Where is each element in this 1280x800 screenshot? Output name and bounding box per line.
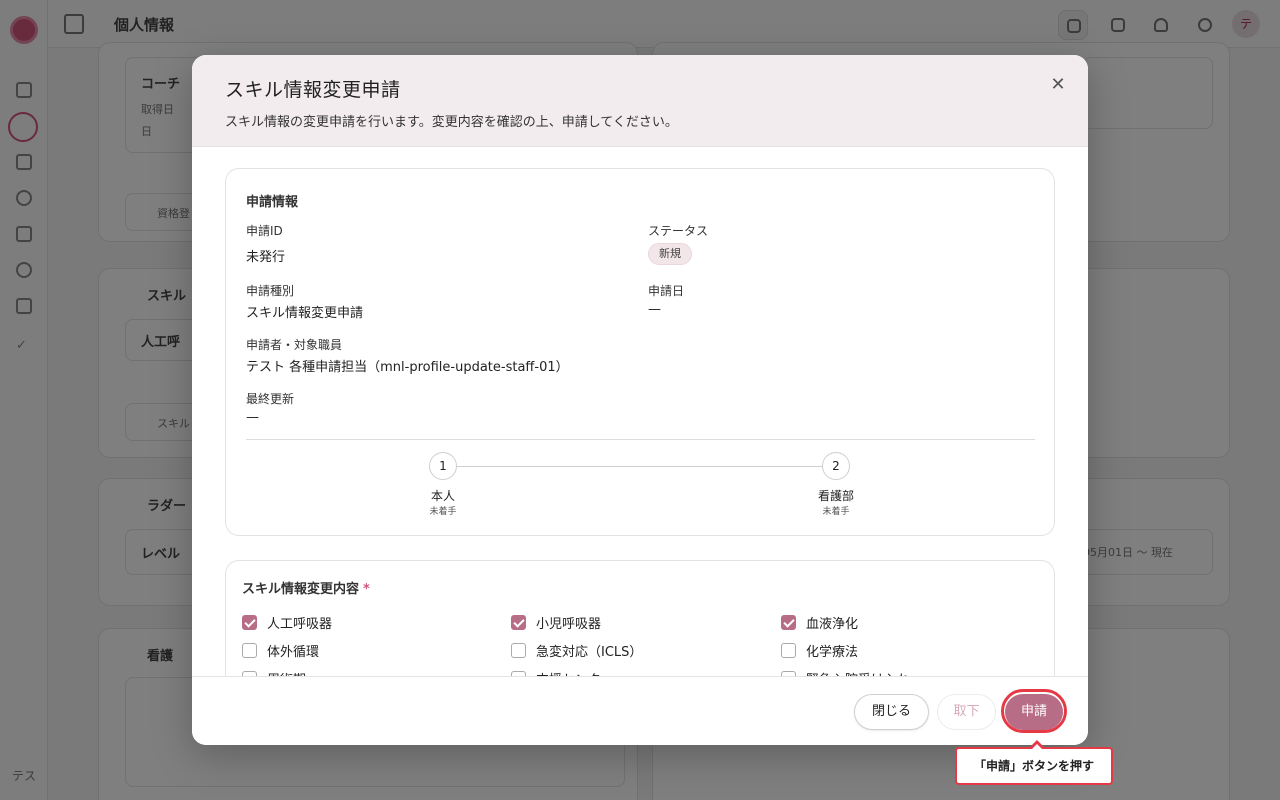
last-updated-label: 最終更新 (246, 392, 295, 406)
application-date-value: — (648, 302, 661, 317)
skill-option-label: 化学療法 (806, 645, 859, 660)
skill-option[interactable]: 周術期 (242, 669, 306, 676)
application-info-title: 申請情報 (246, 195, 299, 210)
info-divider (246, 439, 1035, 440)
withdraw-button[interactable]: 取下 (937, 694, 996, 730)
skill-option[interactable]: 急変対応（ICLS） (511, 641, 642, 660)
application-info-card: 申請情報 申請ID 未発行 ステータス 新規 申請種別 スキル情報変更申請 申請… (225, 168, 1055, 536)
step-2-status: 未着手 (822, 507, 850, 517)
checkbox-checked[interactable] (781, 615, 796, 630)
skill-change-title: スキル情報変更内容 * (242, 582, 370, 597)
skill-option-label: 体外循環 (267, 645, 320, 660)
skill-option-label: 急変対応（ICLS） (536, 645, 643, 660)
skill-option-label: 緊急入院受け入れ (806, 669, 910, 676)
skill-option-label: 血液浄化 (806, 617, 859, 632)
skill-change-dialog: スキル情報変更申請 スキル情報の変更申請を行います。変更内容を確認の上、申請して… (192, 55, 1088, 745)
applicant-label: 申請者・対象職員 (246, 338, 343, 352)
last-updated-value: — (246, 410, 259, 425)
skill-option-label: 支援センター (536, 669, 614, 676)
dialog-footer: 閉じる 取下 申請 (192, 676, 1088, 745)
skill-option[interactable]: 支援センター (511, 669, 614, 676)
skill-option-label: 人工呼吸器 (267, 617, 333, 632)
application-date-label: 申請日 (648, 284, 685, 298)
close-button[interactable]: 閉じる (854, 694, 929, 730)
applicant-value: テスト 各種申請担当（mnl-profile-update-staff-01） (246, 360, 569, 375)
application-id-label: 申請ID (246, 224, 283, 238)
step-2-circle: 2 (822, 452, 850, 480)
application-type-value: スキル情報変更申請 (246, 306, 364, 321)
checkbox-checked[interactable] (511, 615, 526, 630)
step-2-label: 看護部 (817, 489, 854, 503)
submit-highlight-ring (1001, 689, 1067, 733)
application-id-value: 未発行 (246, 250, 286, 265)
dialog-title: スキル情報変更申請 (225, 79, 401, 101)
checkbox-unchecked[interactable] (781, 643, 796, 658)
skill-change-card: スキル情報変更内容 * 人工呼吸器 小児呼吸器 血液浄化体外循環 急変対応（ICLS） 化… (225, 560, 1055, 676)
status-label: ステータス (648, 224, 709, 238)
skill-option[interactable]: 緊急入院受け入れ (781, 669, 910, 676)
dialog-body[interactable]: 申請情報 申請ID 未発行 ステータス 新規 申請種別 スキル情報変更申請 申請… (192, 147, 1088, 676)
stepper-connector (442, 466, 836, 467)
dialog-header: スキル情報変更申請 スキル情報の変更申請を行います。変更内容を確認の上、申請して… (192, 55, 1088, 147)
application-type-label: 申請種別 (246, 284, 295, 298)
status-badge: 新規 (648, 243, 692, 265)
skill-option[interactable]: 体外循環 (242, 641, 319, 660)
skill-option[interactable]: 人工呼吸器 (242, 613, 332, 632)
step-1-circle: 1 (429, 452, 457, 480)
step-1-status: 未着手 (429, 507, 457, 517)
checkbox-unchecked[interactable] (511, 643, 526, 658)
checkbox-checked[interactable] (242, 615, 257, 630)
skill-option[interactable]: 小児呼吸器 (511, 613, 601, 632)
checkbox-unchecked[interactable] (242, 643, 257, 658)
skill-option[interactable]: 血液浄化 (781, 613, 858, 632)
dialog-description: スキル情報の変更申請を行います。変更内容を確認の上、申請してください。 (225, 115, 678, 130)
skill-option-label: 周術期 (267, 669, 306, 676)
skill-option[interactable]: 化学療法 (781, 641, 858, 660)
close-icon[interactable]: ✕ (1046, 73, 1070, 97)
step-1-label: 本人 (430, 489, 455, 503)
skill-option-label: 小児呼吸器 (536, 617, 602, 632)
instruction-callout: 「申請」ボタンを押す (955, 740, 1113, 785)
required-mark: * (363, 582, 370, 597)
